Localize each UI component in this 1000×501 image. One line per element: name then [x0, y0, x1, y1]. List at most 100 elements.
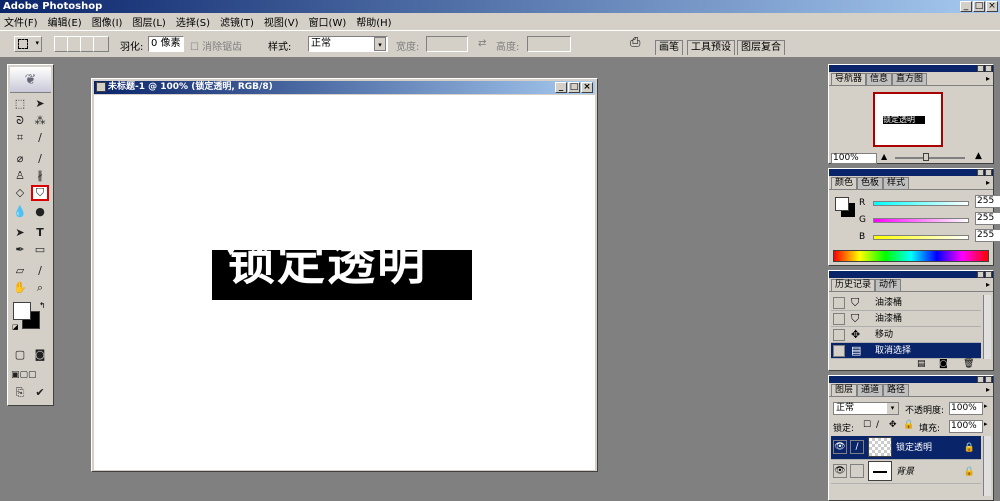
- color-ramp[interactable]: [833, 250, 989, 262]
- menu-edit[interactable]: 编辑(E): [48, 14, 82, 29]
- tab-info[interactable]: 信息: [866, 73, 893, 85]
- zoom-tool-icon[interactable]: ⌕: [31, 280, 49, 296]
- pen-tool-icon[interactable]: ✒: [11, 242, 29, 258]
- hand-tool-icon[interactable]: ✋: [11, 280, 29, 296]
- eraser-tool-icon[interactable]: ◇: [11, 185, 29, 201]
- default-colors-icon[interactable]: ◪: [12, 323, 19, 331]
- canvas[interactable]: 锁定透明: [94, 95, 595, 470]
- delete-icon[interactable]: 🗑: [963, 359, 974, 369]
- panel-close-button[interactable]: [985, 169, 992, 176]
- brush-icon[interactable]: ∕: [850, 440, 864, 454]
- tab-actions[interactable]: 动作: [875, 279, 902, 291]
- history-item-selected[interactable]: ▤ 取消选择: [831, 343, 981, 359]
- layer-row-background[interactable]: 👁 背景 🔒: [831, 460, 981, 484]
- tab-channels[interactable]: 通道: [857, 384, 884, 396]
- history-item[interactable]: ⛉ 油漆桶: [831, 295, 981, 311]
- eye-icon[interactable]: 👁: [833, 440, 847, 454]
- clone-stamp-tool-icon[interactable]: ♙: [11, 168, 29, 184]
- fill-arrow-icon[interactable]: ▸: [984, 420, 988, 428]
- history-item[interactable]: ⛉ 油漆桶: [831, 311, 981, 327]
- tool-preset-picker[interactable]: ▾: [14, 36, 42, 52]
- doc-minimize-button[interactable]: _: [555, 82, 567, 93]
- style-select[interactable]: 正常 ▾: [308, 36, 388, 52]
- history-checkbox[interactable]: [833, 329, 845, 341]
- menu-file[interactable]: 文件(F): [4, 14, 38, 29]
- zoom-field[interactable]: 100%: [831, 153, 877, 164]
- feather-input[interactable]: 0 像素: [148, 36, 184, 52]
- panel-close-button[interactable]: [985, 65, 992, 72]
- crop-tool-icon[interactable]: ⌗: [11, 130, 29, 146]
- tab-paths[interactable]: 路径: [883, 384, 910, 396]
- tab-color[interactable]: 颜色: [831, 177, 858, 189]
- well-tab-tool-presets[interactable]: 工具预设: [687, 40, 735, 55]
- healing-brush-tool-icon[interactable]: ⌀: [11, 151, 29, 167]
- path-selection-tool-icon[interactable]: ➤: [11, 225, 29, 241]
- history-brush-tool-icon[interactable]: ∦: [31, 168, 49, 184]
- panel-minimize-button[interactable]: [977, 271, 984, 278]
- move-tool-icon[interactable]: ➤: [31, 96, 49, 112]
- rectangle-tool-icon[interactable]: ▭: [31, 242, 49, 258]
- file-browser-icon[interactable]: ⎙: [630, 35, 640, 50]
- menu-help[interactable]: 帮助(H): [356, 14, 391, 29]
- panel-close-button[interactable]: [985, 271, 992, 278]
- zoom-in-icon[interactable]: ▲: [975, 151, 982, 161]
- slider-track-r[interactable]: [873, 201, 969, 206]
- type-tool-icon[interactable]: T: [31, 225, 49, 241]
- maximize-button[interactable]: □: [973, 1, 985, 12]
- tab-layers[interactable]: 图层: [831, 384, 858, 396]
- doc-maximize-button[interactable]: □: [568, 82, 580, 93]
- tab-swatches[interactable]: 色板: [857, 177, 884, 189]
- minimize-button[interactable]: _: [960, 1, 972, 12]
- menu-layer[interactable]: 图层(L): [132, 14, 165, 29]
- jump-to-imageready-icon[interactable]: ⎘: [11, 385, 29, 401]
- blend-mode-select[interactable]: 正常 ▾: [833, 402, 899, 415]
- dodge-tool-icon[interactable]: ●: [31, 204, 49, 220]
- screen-mode-icons[interactable]: ▣▢▢: [11, 367, 37, 383]
- history-checkbox[interactable]: [833, 345, 845, 357]
- width-input[interactable]: [426, 36, 468, 52]
- menu-image[interactable]: 图像(I): [92, 14, 123, 29]
- panel-minimize-button[interactable]: [977, 376, 984, 383]
- swap-colors-icon[interactable]: ↰: [39, 301, 46, 310]
- layers-scrollbar[interactable]: [983, 436, 991, 496]
- eyedropper-tool-icon[interactable]: ∕: [31, 263, 49, 279]
- panel-menu-icon[interactable]: ▸: [986, 385, 990, 394]
- menu-filter[interactable]: 滤镜(T): [220, 14, 254, 29]
- lock-image-icon[interactable]: ∕: [876, 420, 879, 430]
- history-item[interactable]: ✥ 移动: [831, 327, 981, 343]
- marquee-tool-icon[interactable]: ⬚: [11, 96, 29, 112]
- fill-input[interactable]: 100%: [949, 420, 983, 433]
- panel-minimize-button[interactable]: [977, 65, 984, 72]
- history-scrollbar[interactable]: [983, 295, 991, 359]
- menu-view[interactable]: 视图(V): [264, 14, 299, 29]
- tab-navigator[interactable]: 导航器: [831, 73, 867, 85]
- layer-row-text[interactable]: 👁 ∕ 锁定透明 🔒: [831, 436, 981, 460]
- well-tab-layer-comps[interactable]: 图层复合: [737, 40, 785, 55]
- tab-styles[interactable]: 样式: [883, 177, 910, 189]
- tab-history[interactable]: 历史记录: [831, 279, 876, 291]
- navigator-thumbnail[interactable]: 锁定透明: [873, 92, 943, 147]
- value-b[interactable]: 255: [975, 229, 1000, 242]
- panel-menu-icon[interactable]: ▸: [986, 178, 990, 187]
- slider-track-g[interactable]: [873, 218, 969, 223]
- eye-icon[interactable]: 👁: [833, 464, 847, 478]
- lasso-tool-icon[interactable]: ᘐ: [11, 113, 29, 129]
- foreground-color-swatch[interactable]: [13, 302, 31, 320]
- history-checkbox[interactable]: [833, 313, 845, 325]
- brush-icon[interactable]: [850, 464, 864, 478]
- menu-select[interactable]: 选择(S): [176, 14, 210, 29]
- blur-tool-icon[interactable]: 💧: [11, 204, 29, 220]
- new-document-icon[interactable]: ▤: [917, 359, 926, 369]
- height-input[interactable]: [527, 36, 571, 52]
- value-r[interactable]: 255: [975, 195, 1000, 208]
- history-checkbox[interactable]: [833, 297, 845, 309]
- lock-transparency-icon[interactable]: ☐: [863, 420, 871, 430]
- doc-close-button[interactable]: ×: [581, 82, 593, 93]
- slice-tool-icon[interactable]: ∕: [31, 130, 49, 146]
- standard-mode-icon[interactable]: ▢: [11, 347, 29, 363]
- lock-position-icon[interactable]: ✥: [889, 420, 897, 430]
- magic-wand-tool-icon[interactable]: ⁂: [31, 113, 49, 129]
- zoom-slider[interactable]: [895, 153, 965, 161]
- zoom-slider-handle[interactable]: [923, 153, 929, 161]
- panel-minimize-button[interactable]: [977, 169, 984, 176]
